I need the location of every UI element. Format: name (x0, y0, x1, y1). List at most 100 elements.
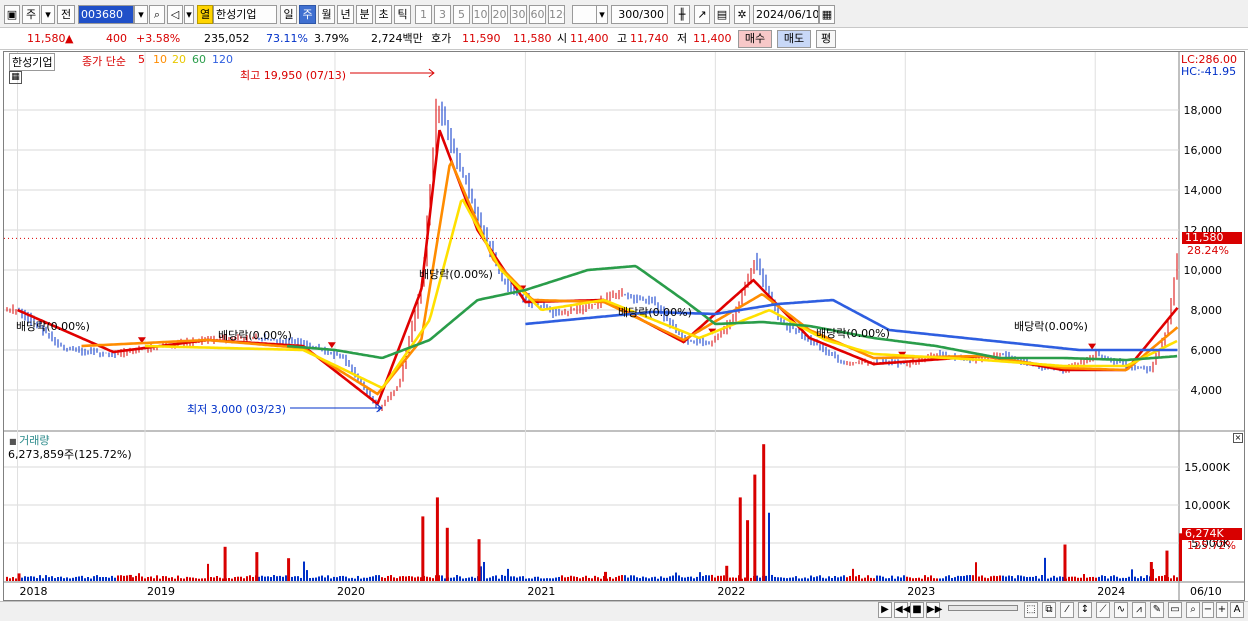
period-button-2[interactable]: 월 (318, 5, 335, 24)
volume-bar (276, 576, 278, 581)
x-axis-end-label: 06/10 (1190, 585, 1222, 598)
scroll-right-icon[interactable]: ▶ (878, 602, 892, 618)
zoom-tool-icon[interactable]: ⬚ (1024, 602, 1038, 618)
volume-bar (930, 575, 932, 581)
volume-bar (789, 577, 791, 581)
period-button-5[interactable]: 초 (375, 5, 392, 24)
stop-icon[interactable]: ■ (910, 602, 924, 618)
pencil-icon[interactable]: ✎ (1150, 602, 1164, 618)
price-tick-label: 4,000 (1191, 384, 1223, 397)
volume-bar (345, 576, 347, 581)
volume-bar (852, 568, 854, 581)
wave-icon[interactable]: ∿ (1114, 602, 1128, 618)
volume-bar (819, 575, 821, 581)
period-button-6[interactable]: 틱 (394, 5, 411, 24)
legend-ma10[interactable]: 10 (153, 53, 167, 66)
volume-bar (156, 575, 158, 581)
period-button-4[interactable]: 분 (356, 5, 373, 24)
minute-button-3[interactable]: 10 (472, 5, 489, 24)
minute-button-6[interactable]: 60 (529, 5, 546, 24)
hc-label: HC:-41.95 (1181, 65, 1237, 78)
volume-bar (54, 578, 56, 581)
draw-tool-icon[interactable]: ⁄ (1060, 602, 1074, 618)
volume-bar (414, 577, 416, 581)
high-arrow-icon (350, 68, 435, 78)
close-panel-icon[interactable]: × (1233, 433, 1243, 443)
first-icon[interactable]: ◀◀ (894, 602, 910, 618)
scroll-slider[interactable] (948, 605, 1018, 611)
pan-icon[interactable]: ↕ (1078, 602, 1092, 618)
fibonacci-icon[interactable]: ⩘ (1132, 602, 1146, 618)
last-icon[interactable]: ▶▶ (926, 602, 942, 618)
period-button-0[interactable]: 일 (280, 5, 297, 24)
zoom-out-icon[interactable]: − (1202, 602, 1214, 618)
time-tick-label: 2018 (20, 585, 48, 598)
volume-bar (645, 577, 647, 581)
zoom-in-icon[interactable]: + (1216, 602, 1228, 618)
volume-bar (858, 574, 860, 581)
volume-bar-peak (17, 573, 21, 581)
table-icon[interactable]: ▦ (9, 71, 22, 84)
volume-bar (507, 568, 509, 581)
volume-bar (1023, 576, 1025, 581)
volume-bar (891, 575, 893, 581)
volume-bar (27, 576, 29, 581)
volume-bar (216, 575, 218, 581)
copy-icon[interactable]: ⧉ (1042, 602, 1056, 618)
volume-bar (453, 577, 455, 581)
legend-ma20[interactable]: 20 (172, 53, 186, 66)
minute-button-0[interactable]: 1 (415, 5, 432, 24)
volume-bar (1137, 578, 1139, 581)
period-button-3[interactable]: 년 (337, 5, 354, 24)
volume-bar (1053, 575, 1055, 581)
minute-button-2[interactable]: 5 (453, 5, 470, 24)
volume-bar (1176, 577, 1178, 581)
volume-bar (894, 578, 896, 581)
price-tick-label: 14,000 (1184, 184, 1223, 197)
volume-bar (330, 578, 332, 581)
volume-bar (1125, 577, 1127, 581)
volume-bar (687, 576, 689, 581)
volume-bar (492, 576, 494, 581)
volume-bar (1095, 577, 1097, 581)
price-tick-label: 6,000 (1191, 344, 1223, 357)
volume-bar-peak (128, 574, 132, 581)
volume-bar (99, 577, 101, 581)
volume-bar (633, 575, 635, 581)
legend-ma120[interactable]: 120 (212, 53, 233, 66)
volume-bar (498, 578, 500, 581)
volume-bar (93, 576, 95, 581)
volume-bar (510, 576, 512, 581)
volume-bar (312, 577, 314, 581)
volume-bar (528, 578, 530, 581)
volume-bar (90, 578, 92, 581)
legend-ma5[interactable]: 5 (138, 53, 145, 66)
volume-bar-peak (603, 571, 607, 581)
legend-close-simple[interactable]: 종가 단순 (82, 53, 126, 69)
trend-icon[interactable]: ⟋ (1096, 602, 1110, 618)
volume-bar (1077, 577, 1079, 581)
minute-button-1[interactable]: 3 (434, 5, 451, 24)
search-icon[interactable]: ⌕ (1186, 602, 1200, 618)
volume-bar (969, 575, 971, 581)
volume-bar (381, 577, 383, 581)
volume-bar (729, 577, 731, 581)
period-button-1[interactable]: 주 (299, 5, 316, 24)
volume-bar (57, 577, 59, 581)
minute-button-7[interactable]: 120 (548, 5, 565, 24)
volume-bar (684, 577, 686, 581)
minute-button-5[interactable]: 30 (510, 5, 527, 24)
volume-bar (1011, 576, 1013, 581)
volume-bar (777, 577, 779, 581)
volume-bar (555, 577, 557, 581)
dividend-marker: 배당락(0.00%) (16, 320, 90, 333)
volume-bar (1119, 578, 1121, 581)
volume-bar-peak (477, 539, 481, 581)
legend-stock-name[interactable]: 한성기업 (9, 53, 56, 71)
minute-button-4[interactable]: 20 (491, 5, 508, 24)
legend-ma60[interactable]: 60 (192, 53, 206, 66)
volume-tick-label: 10,000K (1184, 499, 1230, 512)
capture-icon[interactable]: ▭ (1168, 602, 1182, 618)
auto-scale-icon[interactable]: A (1230, 602, 1244, 618)
volume-bar (846, 577, 848, 581)
